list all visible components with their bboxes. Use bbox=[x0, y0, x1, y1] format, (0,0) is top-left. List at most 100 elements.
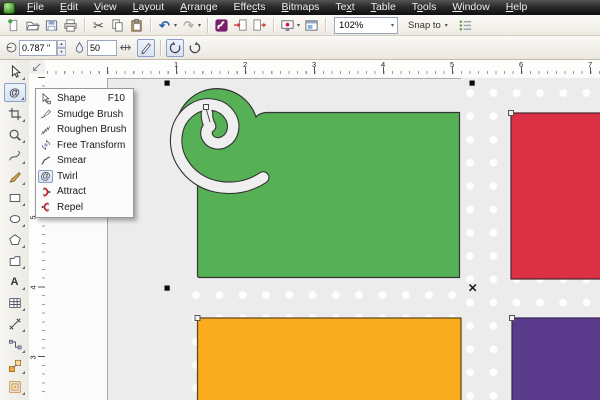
purple-rect-node[interactable] bbox=[510, 316, 515, 321]
flyout-item-repel[interactable]: Repel bbox=[36, 200, 133, 216]
counterclockwise-twirl-button[interactable] bbox=[166, 39, 184, 57]
twirlsmall-icon: @ bbox=[38, 170, 53, 183]
horizontal-ruler[interactable]: 1234567 bbox=[45, 60, 600, 75]
save-button[interactable] bbox=[43, 17, 60, 34]
paste-button[interactable] bbox=[128, 17, 145, 34]
clockwise-twirl-button[interactable] bbox=[186, 39, 204, 57]
menu-table[interactable]: Table bbox=[363, 0, 404, 15]
selection-center-x-marker[interactable] bbox=[470, 285, 476, 291]
toolbox-blend-tool[interactable] bbox=[4, 356, 26, 375]
vruler-number: 3 bbox=[29, 355, 38, 359]
toolbox-ellipse-tool[interactable] bbox=[4, 209, 26, 228]
toolbar-separator bbox=[150, 18, 151, 33]
toolbox-connector-tool[interactable] bbox=[4, 335, 26, 354]
menu-layout[interactable]: Layout bbox=[125, 0, 173, 15]
toolbox-basic-shapes-tool[interactable] bbox=[4, 251, 26, 270]
welcome-button[interactable] bbox=[303, 17, 320, 34]
selection-handle-top-right[interactable] bbox=[470, 81, 475, 86]
selection-handle-top-left[interactable] bbox=[165, 81, 170, 86]
standard-toolbar: ✂↶▾↷▾▾102%▾Snap to▾ bbox=[0, 15, 600, 36]
orange-rectangle[interactable] bbox=[198, 318, 462, 400]
freetransform-icon bbox=[38, 139, 53, 152]
snap-to-dropdown-arrow-icon[interactable]: ▾ bbox=[445, 22, 448, 29]
red-rect-node[interactable] bbox=[509, 111, 514, 116]
orange-rect-node[interactable] bbox=[195, 316, 200, 321]
toolbox-zoom-tool[interactable] bbox=[4, 125, 26, 144]
menu-help[interactable]: Help bbox=[498, 0, 536, 15]
attract-icon bbox=[38, 185, 53, 198]
zoom-level-combo[interactable]: 102% ▾ bbox=[334, 17, 398, 34]
zoom-level-value: 102% bbox=[339, 20, 363, 31]
hruler-number: 6 bbox=[519, 60, 523, 69]
app-logo-icon bbox=[3, 2, 15, 14]
hruler-number: 1 bbox=[174, 60, 178, 69]
export-button[interactable] bbox=[251, 17, 268, 34]
hruler-number: 7 bbox=[588, 60, 592, 69]
menu-text[interactable]: Text bbox=[327, 0, 362, 15]
menu-window[interactable]: Window bbox=[444, 0, 497, 15]
spread-icon bbox=[118, 41, 132, 55]
import-button[interactable] bbox=[232, 17, 249, 34]
hruler-number: 2 bbox=[243, 60, 247, 69]
dropdown-arrow-icon[interactable]: ▾ bbox=[297, 22, 300, 29]
toolbox-dimension-tool[interactable] bbox=[4, 314, 26, 333]
toolbox-rectangle-tool[interactable] bbox=[4, 188, 26, 207]
flyout-item-label: Twirl bbox=[57, 171, 78, 182]
flyout-item-free-transform[interactable]: Free Transform bbox=[36, 138, 133, 154]
shape-icon bbox=[38, 92, 53, 105]
toolbox-polygon-tool[interactable] bbox=[4, 230, 26, 249]
flyout-item-shape[interactable]: ShapeF10 bbox=[36, 91, 133, 107]
menu-bar: FileEditViewLayoutArrangeEffectsBitmapsT… bbox=[0, 0, 600, 15]
flyout-item-attract[interactable]: Attract bbox=[36, 184, 133, 200]
toolbox-crop-tool[interactable] bbox=[4, 104, 26, 123]
purple-rectangle[interactable] bbox=[512, 318, 600, 400]
dropdown-arrow-icon[interactable]: ▾ bbox=[174, 22, 177, 29]
menu-tools[interactable]: Tools bbox=[404, 0, 445, 15]
pen-pressure-button[interactable] bbox=[137, 39, 155, 57]
flyout-item-roughen-brush[interactable]: Roughen Brush bbox=[36, 122, 133, 138]
toolbar-separator bbox=[84, 18, 85, 33]
red-rectangle[interactable] bbox=[511, 113, 600, 279]
toolbox-table-tool[interactable] bbox=[4, 293, 26, 312]
open-button[interactable] bbox=[24, 17, 41, 34]
menu-arrange[interactable]: Arrange bbox=[172, 0, 225, 15]
menu-effects[interactable]: Effects bbox=[226, 0, 274, 15]
roughen-icon bbox=[38, 123, 53, 136]
launcher-button[interactable] bbox=[279, 17, 296, 34]
toolbox-freehand-tool[interactable] bbox=[4, 146, 26, 165]
redo-button[interactable]: ↷ bbox=[180, 17, 197, 34]
print-button[interactable] bbox=[62, 17, 79, 34]
dropdown-arrow-icon[interactable]: ▾ bbox=[198, 22, 201, 29]
menu-bitmaps[interactable]: Bitmaps bbox=[273, 0, 327, 15]
toolbox-artistic-media-tool[interactable] bbox=[4, 167, 26, 186]
rate-input[interactable] bbox=[87, 40, 117, 56]
options-button[interactable] bbox=[457, 17, 474, 34]
cut-button[interactable]: ✂ bbox=[90, 17, 107, 34]
nib-size-spinner[interactable]: ▲▼ bbox=[57, 40, 66, 56]
smudge-icon bbox=[38, 108, 53, 121]
menu-edit[interactable]: Edit bbox=[52, 0, 86, 15]
snap-to-button[interactable]: Snap to ▾ bbox=[408, 20, 450, 31]
flyout-item-twirl[interactable]: @ Twirl bbox=[36, 169, 133, 185]
flyout-item-smudge-brush[interactable]: Smudge Brush bbox=[36, 107, 133, 123]
connect-button[interactable] bbox=[213, 17, 230, 34]
zoom-dropdown-arrow-icon[interactable]: ▾ bbox=[391, 22, 394, 29]
toolbox-contour-tool[interactable] bbox=[4, 377, 26, 396]
toolbox-text-tool[interactable]: A bbox=[4, 272, 26, 291]
twirl-node-handle[interactable] bbox=[204, 105, 209, 110]
flyout-item-smear[interactable]: Smear bbox=[36, 153, 133, 169]
menu-view[interactable]: View bbox=[86, 0, 125, 15]
selection-handle-bottom-left[interactable] bbox=[165, 286, 170, 291]
hruler-number: 3 bbox=[312, 60, 316, 69]
toolbox-pick-tool[interactable] bbox=[4, 62, 26, 81]
copy-button[interactable] bbox=[109, 17, 126, 34]
menu-file[interactable]: File bbox=[19, 0, 52, 15]
new-button[interactable] bbox=[5, 17, 22, 34]
snap-to-label: Snap to bbox=[408, 20, 441, 31]
shape-tool-flyout-menu: ShapeF10Smudge BrushRoughen BrushFree Tr… bbox=[35, 88, 134, 218]
undo-button[interactable]: ↶ bbox=[156, 17, 173, 34]
ruler-origin-button[interactable] bbox=[29, 60, 46, 75]
toolbox-twirl-tool[interactable]: @ bbox=[4, 83, 26, 102]
property-bar: ▲▼ bbox=[0, 36, 600, 60]
nib-size-input[interactable] bbox=[19, 40, 57, 56]
